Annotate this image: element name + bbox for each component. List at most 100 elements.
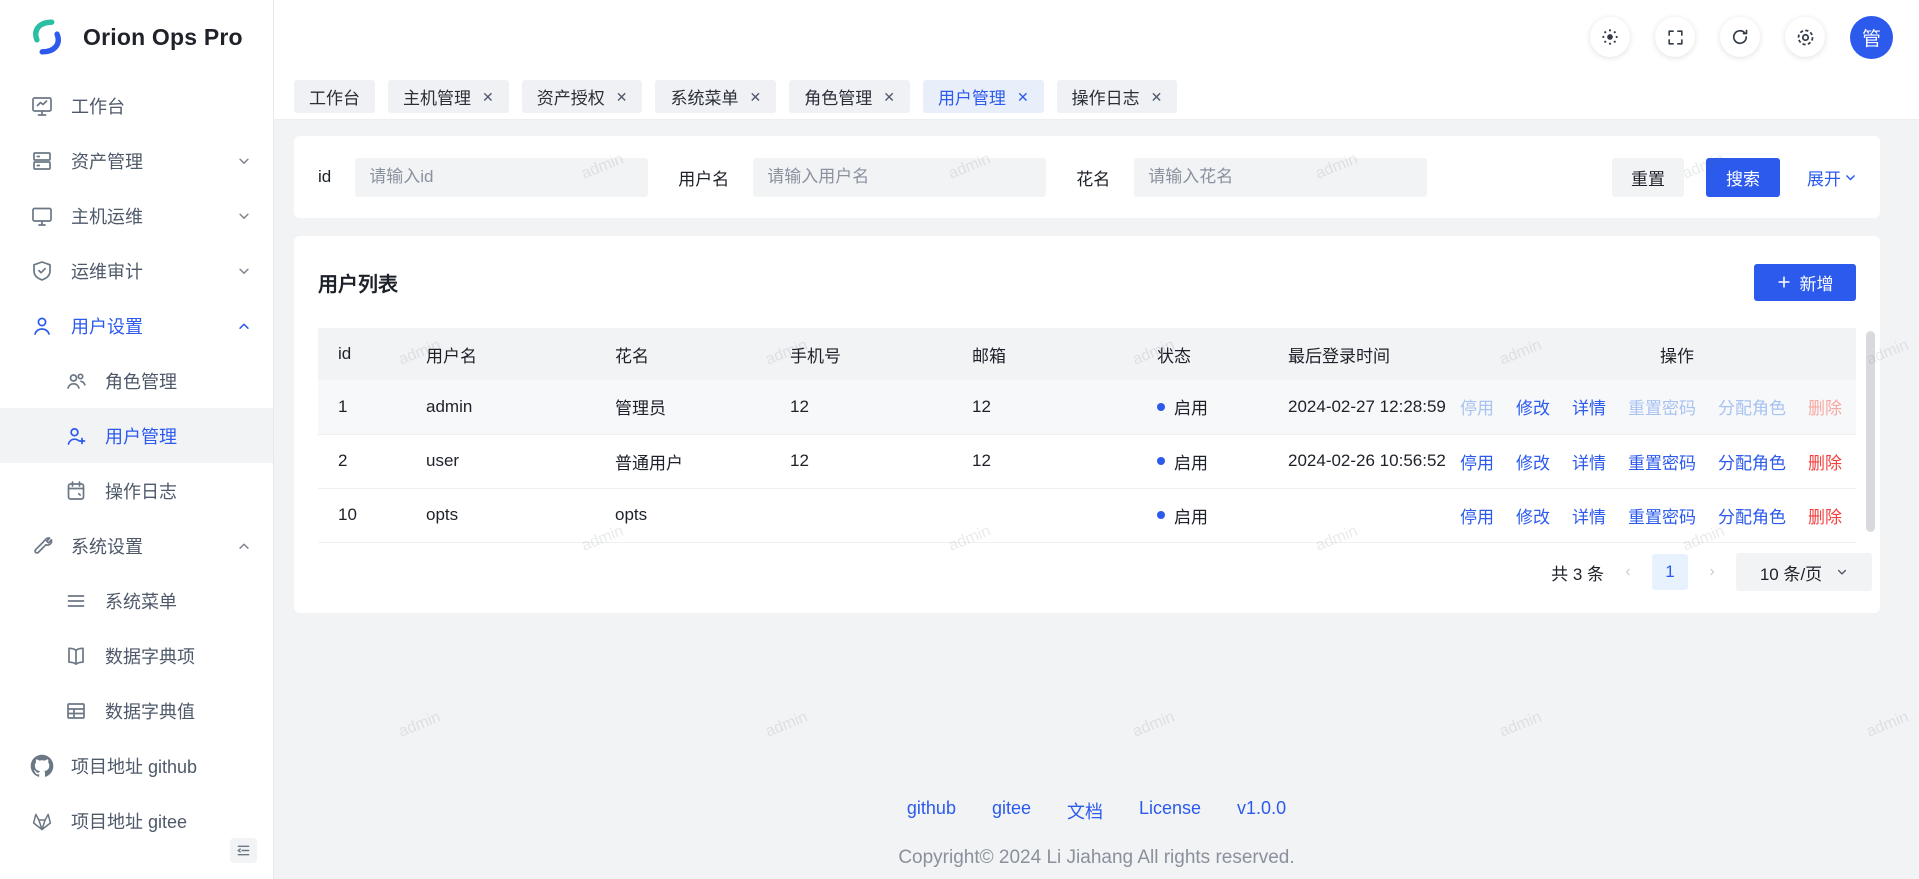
close-icon[interactable]: ✕ bbox=[1017, 90, 1029, 104]
page-size-select[interactable]: 10 条/页 bbox=[1736, 553, 1872, 591]
footer-link-docs[interactable]: 文档 bbox=[1067, 798, 1103, 824]
tab-op-log[interactable]: 操作日志 ✕ bbox=[1057, 80, 1178, 113]
detail-link[interactable]: 详情 bbox=[1572, 503, 1606, 528]
close-icon[interactable]: ✕ bbox=[616, 90, 628, 104]
tab-asset-auth[interactable]: 资产授权 ✕ bbox=[522, 80, 643, 113]
cell-id: 2 bbox=[318, 434, 406, 488]
sidebar-item-system-menu[interactable]: 系统菜单 bbox=[0, 573, 273, 628]
sidebar-item-role-mgmt[interactable]: 角色管理 bbox=[0, 353, 273, 408]
footer-links: github gitee 文档 License v1.0.0 bbox=[274, 798, 1919, 824]
chevron-up-icon bbox=[237, 319, 251, 333]
username-input[interactable] bbox=[753, 158, 1046, 197]
footer-link-gitee[interactable]: gitee bbox=[992, 798, 1031, 824]
sidebar-item-audit[interactable]: 运维审计 bbox=[0, 243, 273, 298]
next-page-button[interactable]: › bbox=[1702, 563, 1722, 581]
detail-link[interactable]: 详情 bbox=[1572, 449, 1606, 474]
edit-link[interactable]: 修改 bbox=[1516, 394, 1550, 419]
theme-toggle-button[interactable] bbox=[1590, 17, 1630, 57]
app-title: Orion Ops Pro bbox=[83, 24, 243, 51]
reset-button[interactable]: 重置 bbox=[1612, 158, 1684, 197]
add-user-button[interactable]: 新增 bbox=[1754, 264, 1856, 301]
detail-link[interactable]: 详情 bbox=[1572, 394, 1606, 419]
cell-id: 1 bbox=[318, 380, 406, 434]
add-button-label: 新增 bbox=[1800, 270, 1834, 295]
sidebar-item-op-log[interactable]: 操作日志 bbox=[0, 463, 273, 518]
page-number[interactable]: 1 bbox=[1652, 554, 1688, 590]
reset-password-link[interactable]: 重置密码 bbox=[1628, 449, 1696, 474]
reset-password-link[interactable]: 重置密码 bbox=[1628, 503, 1696, 528]
reset-password-link[interactable]: 重置密码 bbox=[1628, 394, 1696, 419]
user-table: id 用户名 花名 手机号 邮箱 状态 最后登录时间 操作 1 admin 管理… bbox=[318, 328, 1856, 543]
sidebar-item-dict-item[interactable]: 数据字典项 bbox=[0, 628, 273, 683]
expand-toggle[interactable]: 展开 bbox=[1807, 165, 1857, 190]
field-label: id bbox=[318, 167, 331, 187]
disable-link[interactable]: 停用 bbox=[1460, 503, 1494, 528]
id-input[interactable] bbox=[355, 158, 648, 197]
tab-host-mgmt[interactable]: 主机管理 ✕ bbox=[388, 80, 509, 113]
tab-system-menu[interactable]: 系统菜单 ✕ bbox=[655, 80, 776, 113]
prev-page-button[interactable]: ‹ bbox=[1618, 563, 1638, 581]
col-email: 邮箱 bbox=[952, 328, 1137, 380]
user-avatar[interactable]: 管 bbox=[1850, 16, 1893, 59]
disable-link[interactable]: 停用 bbox=[1460, 394, 1494, 419]
refresh-button[interactable] bbox=[1720, 17, 1760, 57]
refresh-icon bbox=[1730, 27, 1750, 47]
status-dot bbox=[1157, 457, 1165, 465]
delete-link[interactable]: 删除 bbox=[1808, 503, 1842, 528]
close-icon[interactable]: ✕ bbox=[749, 90, 761, 104]
footer-link-github[interactable]: github bbox=[907, 798, 956, 824]
assign-role-link[interactable]: 分配角色 bbox=[1718, 394, 1786, 419]
expand-label: 展开 bbox=[1807, 165, 1841, 190]
footer-link-license[interactable]: License bbox=[1139, 798, 1201, 824]
user-icon bbox=[30, 314, 54, 338]
close-icon[interactable]: ✕ bbox=[1151, 90, 1163, 104]
chevron-down-icon bbox=[237, 209, 251, 223]
edit-link[interactable]: 修改 bbox=[1516, 503, 1550, 528]
sidebar-item-system-settings[interactable]: 系统设置 bbox=[0, 518, 273, 573]
field-label: 用户名 bbox=[678, 165, 729, 190]
edit-link[interactable]: 修改 bbox=[1516, 449, 1550, 474]
assign-role-link[interactable]: 分配角色 bbox=[1718, 449, 1786, 474]
main-content: id 用户名 花名 重置 搜索 展开 用户列表 新增 bbox=[274, 120, 1919, 879]
github-icon bbox=[30, 754, 54, 778]
sidebar-item-workbench[interactable]: 工作台 bbox=[0, 78, 273, 133]
app-logo-icon bbox=[24, 14, 70, 60]
sidebar-item-assets[interactable]: 资产管理 bbox=[0, 133, 273, 188]
search-button[interactable]: 搜索 bbox=[1706, 158, 1780, 197]
delete-link[interactable]: 删除 bbox=[1808, 449, 1842, 474]
chevron-down-icon bbox=[1844, 171, 1857, 184]
sidebar-item-label: 工作台 bbox=[71, 93, 125, 119]
close-icon[interactable]: ✕ bbox=[482, 90, 494, 104]
tab-user-mgmt[interactable]: 用户管理 ✕ bbox=[923, 80, 1044, 113]
sidebar-item-user-settings[interactable]: 用户设置 bbox=[0, 298, 273, 353]
fullscreen-button[interactable] bbox=[1655, 17, 1695, 57]
wrench-icon bbox=[30, 534, 54, 558]
sidebar-item-dict-value[interactable]: 数据字典值 bbox=[0, 683, 273, 738]
sidebar-collapse-button[interactable] bbox=[230, 838, 257, 863]
status-dot bbox=[1157, 403, 1165, 411]
cell-mobile: 12 bbox=[770, 434, 952, 488]
pagination-total: 共 3 条 bbox=[1551, 560, 1604, 585]
sidebar-item-label: 项目地址 github bbox=[71, 753, 197, 779]
field-label: 花名 bbox=[1076, 165, 1110, 190]
tab-workbench[interactable]: 工作台 bbox=[294, 80, 375, 113]
search-actions: 重置 搜索 展开 bbox=[1612, 158, 1857, 197]
sidebar-item-user-mgmt[interactable]: 用户管理 bbox=[0, 408, 273, 463]
cell-email: 12 bbox=[952, 380, 1137, 434]
tab-label: 操作日志 bbox=[1072, 84, 1140, 109]
tab-role-mgmt[interactable]: 角色管理 ✕ bbox=[789, 80, 910, 113]
footer-link-version[interactable]: v1.0.0 bbox=[1237, 798, 1286, 824]
host-icon bbox=[30, 204, 54, 228]
col-id: id bbox=[318, 328, 406, 380]
sidebar-item-host-ops[interactable]: 主机运维 bbox=[0, 188, 273, 243]
assets-icon bbox=[30, 149, 54, 173]
assign-role-link[interactable]: 分配角色 bbox=[1718, 503, 1786, 528]
close-icon[interactable]: ✕ bbox=[883, 90, 895, 104]
delete-link[interactable]: 删除 bbox=[1808, 394, 1842, 419]
vertical-scrollbar[interactable] bbox=[1866, 331, 1875, 532]
disable-link[interactable]: 停用 bbox=[1460, 449, 1494, 474]
sidebar-item-github[interactable]: 项目地址 github bbox=[0, 738, 273, 793]
settings-button[interactable] bbox=[1785, 17, 1825, 57]
nickname-input[interactable] bbox=[1134, 158, 1427, 197]
log-icon bbox=[64, 479, 88, 503]
